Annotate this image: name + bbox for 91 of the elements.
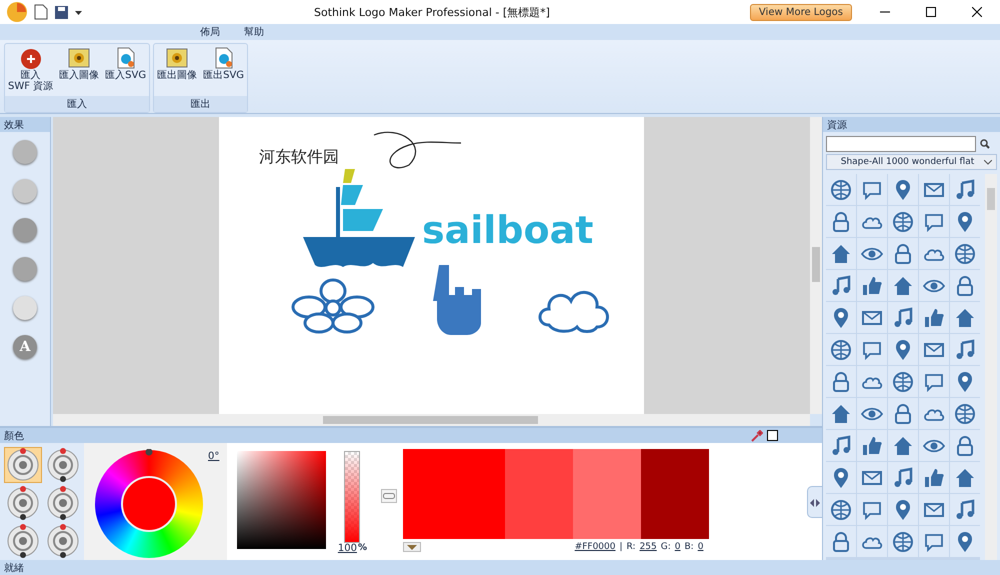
search-icon[interactable] — [980, 139, 990, 149]
color-swatch[interactable] — [403, 449, 506, 539]
hex-value[interactable]: #FF0000 — [574, 542, 616, 552]
chevron-down-icon — [984, 160, 992, 164]
music-note-icon[interactable] — [892, 306, 914, 328]
dropdown-caret-icon[interactable] — [75, 9, 82, 15]
menu-item[interactable]: 佈局 — [200, 25, 220, 39]
hue-value[interactable]: 0° — [208, 451, 220, 462]
house-icon[interactable] — [954, 306, 976, 328]
house-icon[interactable] — [830, 402, 852, 424]
globe-icon[interactable] — [830, 178, 852, 200]
padlock-icon[interactable] — [954, 274, 976, 296]
thumbs-up-icon[interactable] — [923, 306, 945, 328]
g-label: G: — [660, 542, 671, 552]
g-value[interactable]: 0 — [674, 542, 680, 552]
caption-text: 河东软件园 — [259, 147, 339, 168]
link-button[interactable] — [381, 489, 398, 503]
new-file-icon[interactable] — [34, 4, 48, 20]
padlock-icon[interactable] — [830, 370, 852, 392]
b-label: B: — [684, 542, 694, 552]
globe-icon[interactable] — [954, 402, 976, 424]
house-icon[interactable] — [892, 434, 914, 456]
globe-icon[interactable] — [830, 498, 852, 520]
ribbon-group-label: 匯入 — [5, 96, 150, 112]
music-note-icon[interactable] — [954, 178, 976, 200]
house-icon[interactable] — [954, 466, 976, 488]
panel-header: 效果 — [0, 117, 50, 132]
ribbon-button[interactable]: 匯入 SWF 資源 — [5, 46, 56, 92]
plus-circle-icon — [18, 46, 43, 70]
ribbon-button[interactable]: 匯入SVG — [102, 46, 150, 81]
window-title: Sothink Logo Maker Professional - [無標題*] — [314, 4, 551, 20]
music-note-icon[interactable] — [954, 338, 976, 360]
padlock-icon[interactable] — [892, 402, 914, 424]
opacity-slider[interactable] — [344, 451, 360, 543]
thumbs-up-icon[interactable] — [923, 466, 945, 488]
view-more-logos-button[interactable]: View More Logos — [750, 4, 852, 20]
globe-icon[interactable] — [892, 210, 914, 232]
r-label: R: — [626, 542, 636, 552]
b-value[interactable]: 0 — [698, 542, 704, 552]
close-icon[interactable] — [972, 7, 982, 17]
color-swatch[interactable] — [505, 449, 574, 539]
image-icon — [67, 46, 92, 70]
menu-item[interactable]: 幫助 — [244, 25, 264, 39]
status-text: 就緒 — [4, 562, 24, 574]
separator: | — [620, 542, 623, 552]
padlock-icon[interactable] — [830, 530, 852, 552]
vertical-scrollbar[interactable] — [810, 117, 822, 414]
color-swatch[interactable] — [641, 449, 710, 539]
double-arrow-icon — [810, 498, 820, 506]
padlock-icon[interactable] — [892, 242, 914, 264]
thumbs-up-icon[interactable] — [861, 274, 883, 296]
music-note-icon[interactable] — [892, 466, 914, 488]
horizontal-scrollbar[interactable] — [53, 414, 810, 426]
panel-header: 顏色 — [0, 428, 822, 443]
effect-button[interactable] — [13, 218, 37, 242]
collapse-button[interactable] — [807, 486, 822, 518]
opacity-value[interactable]: 100 — [338, 543, 357, 554]
percent-sign: % — [358, 543, 367, 554]
panel-header: 資源 — [823, 117, 1000, 132]
music-note-icon[interactable] — [954, 498, 976, 520]
color-swatch[interactable] — [573, 449, 642, 539]
ribbon-button[interactable]: 匯出圖像 — [154, 46, 200, 81]
r-value[interactable]: 255 — [640, 542, 657, 552]
music-note-icon[interactable] — [830, 434, 852, 456]
music-note-icon[interactable] — [830, 274, 852, 296]
harmony-preset-button[interactable] — [4, 447, 42, 483]
globe-icon[interactable] — [892, 530, 914, 552]
logo-text: sailboat — [422, 208, 594, 252]
caret-icon — [407, 544, 418, 550]
maximize-icon[interactable] — [926, 7, 936, 17]
ribbon-button[interactable]: 匯入圖像 — [56, 46, 102, 81]
globe-icon[interactable] — [830, 338, 852, 360]
app-logo-icon — [6, 1, 28, 23]
house-icon[interactable] — [830, 242, 852, 264]
globe-icon[interactable] — [954, 242, 976, 264]
transparent-color-icon[interactable] — [767, 430, 778, 441]
dropdown-button[interactable] — [403, 542, 422, 552]
padlock-icon[interactable] — [830, 210, 852, 232]
house-icon[interactable] — [892, 274, 914, 296]
ribbon-group-label: 匯出 — [154, 96, 248, 112]
saturation-brightness-picker[interactable] — [237, 451, 326, 549]
image-icon — [165, 46, 190, 70]
ribbon-button[interactable]: 匯出SVG — [200, 46, 248, 81]
category-dropdown[interactable]: Shape-All 1000 wonderful flat — [826, 154, 997, 170]
vertical-scrollbar[interactable] — [985, 174, 997, 560]
thumbs-up-icon[interactable] — [861, 434, 883, 456]
eyedropper-icon[interactable] — [751, 430, 763, 442]
padlock-icon[interactable] — [954, 434, 976, 456]
search-field[interactable] — [826, 136, 976, 152]
save-icon[interactable] — [54, 4, 69, 20]
globe-icon[interactable] — [892, 370, 914, 392]
